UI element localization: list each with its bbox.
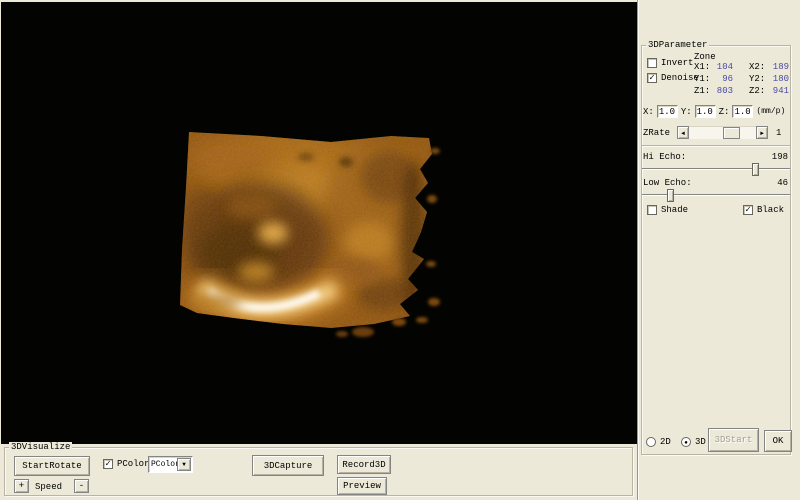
preview-button[interactable]: Preview xyxy=(337,477,387,495)
zrate-thumb[interactable] xyxy=(723,127,740,139)
zone-z2-label: Z2: xyxy=(749,86,765,96)
hi-echo-slider[interactable] xyxy=(642,168,790,170)
mode-3d-label: 3D xyxy=(695,437,706,447)
pcolor-dropdown[interactable]: PColor ▼ xyxy=(148,456,193,473)
parameter-panel: 3DParameter Invert ✓ Denoise Zone X1: 10… xyxy=(637,0,800,500)
zone-y2-value: 180 xyxy=(765,74,789,84)
mode-3d-radio[interactable]: ● xyxy=(681,437,691,447)
zrate-right-arrow[interactable]: ► xyxy=(756,126,768,139)
mode-2d-label: 2D xyxy=(660,437,671,447)
zone-x2-value: 189 xyxy=(765,62,789,72)
application-window: { "viewport": { "description": "3D ultra… xyxy=(0,0,800,500)
scale-row: X: Y: Z: (mm/p) xyxy=(643,105,791,118)
zone-y2-label: Y2: xyxy=(749,74,765,84)
pcolor-checkbox-row[interactable]: ✓ PColor xyxy=(103,459,149,469)
scale-x-label: X: xyxy=(643,107,654,117)
scale-y-input[interactable] xyxy=(695,105,716,118)
start-rotate-button[interactable]: StartRotate xyxy=(14,456,90,476)
visualize-groupbox: 3DVisualize StartRotate + Speed - ✓ PCol… xyxy=(4,447,633,496)
speed-plus-button[interactable]: + xyxy=(14,479,29,493)
invert-checkbox-row[interactable]: Invert xyxy=(647,58,693,68)
low-echo-label: Low Echo: xyxy=(643,178,692,188)
mode-2d-radio[interactable] xyxy=(646,437,656,447)
parameter-groupbox: 3DParameter Invert ✓ Denoise Zone X1: 10… xyxy=(641,45,791,455)
zone-y1-label: Y1: xyxy=(694,74,710,84)
ultrasound-render xyxy=(1,2,637,444)
black-checkbox[interactable]: ✓ xyxy=(743,205,753,215)
low-echo-value: 46 xyxy=(777,178,788,188)
zone-x1-value: 104 xyxy=(710,62,733,72)
zrate-track[interactable] xyxy=(689,126,756,139)
mode-2d-radio-row[interactable]: 2D xyxy=(646,437,671,447)
zone-y1-value: 96 xyxy=(710,74,733,84)
speed-minus-button[interactable]: - xyxy=(74,479,89,493)
scale-z-input[interactable] xyxy=(732,105,753,118)
zone-title: Zone xyxy=(694,52,716,62)
shade-label: Shade xyxy=(661,205,688,215)
shade-checkbox[interactable] xyxy=(647,205,657,215)
hi-echo-label: Hi Echo: xyxy=(643,152,686,162)
low-echo-thumb[interactable] xyxy=(667,189,674,202)
scale-y-label: Y: xyxy=(681,107,692,117)
zone-values: X1: 104 X2: 189 Y1: 96 Y2: 180 Z1: 803 Z… xyxy=(694,62,790,96)
scale-z-label: Z: xyxy=(719,107,730,117)
zone-x2-label: X2: xyxy=(749,62,765,72)
pcolor-checkbox[interactable]: ✓ xyxy=(103,459,113,469)
record-button[interactable]: Record3D xyxy=(337,455,391,474)
black-label: Black xyxy=(757,205,784,215)
render-viewport[interactable] xyxy=(1,2,637,444)
zrate-value: 1 xyxy=(776,128,781,138)
invert-label: Invert xyxy=(661,58,693,68)
zrate-left-arrow[interactable]: ◄ xyxy=(677,126,689,139)
parameter-group-title: 3DParameter xyxy=(646,40,709,50)
denoise-checkbox-row[interactable]: ✓ Denoise xyxy=(647,73,699,83)
start3d-button[interactable]: 3DStart xyxy=(708,428,759,452)
separator-line xyxy=(642,145,790,147)
low-echo-slider[interactable] xyxy=(642,194,790,196)
pcolor-checkbox-label: PColor xyxy=(117,459,149,469)
ok-button[interactable]: OK xyxy=(764,430,792,452)
scale-unit-label: (mm/p) xyxy=(756,107,785,116)
hi-echo-value: 198 xyxy=(772,152,788,162)
visualize-group-title: 3DVisualize xyxy=(9,442,72,452)
chevron-down-icon[interactable]: ▼ xyxy=(177,458,191,471)
speed-label: Speed xyxy=(35,482,62,492)
zone-x1-label: X1: xyxy=(694,62,710,72)
scale-x-input[interactable] xyxy=(657,105,678,118)
capture-button[interactable]: 3DCapture xyxy=(252,455,324,476)
black-checkbox-row[interactable]: ✓ Black xyxy=(743,205,784,215)
zone-z2-value: 941 xyxy=(765,86,789,96)
zone-z1-label: Z1: xyxy=(694,86,710,96)
hi-echo-thumb[interactable] xyxy=(752,163,759,176)
denoise-checkbox[interactable]: ✓ xyxy=(647,73,657,83)
invert-checkbox[interactable] xyxy=(647,58,657,68)
zrate-scrollbar[interactable]: ◄ ► xyxy=(677,126,768,139)
zone-z1-value: 803 xyxy=(710,86,733,96)
shade-checkbox-row[interactable]: Shade xyxy=(647,205,688,215)
zrate-label: ZRate xyxy=(643,128,670,138)
mode-3d-radio-row[interactable]: ● 3D xyxy=(681,437,706,447)
pcolor-dropdown-value: PColor xyxy=(149,460,177,469)
